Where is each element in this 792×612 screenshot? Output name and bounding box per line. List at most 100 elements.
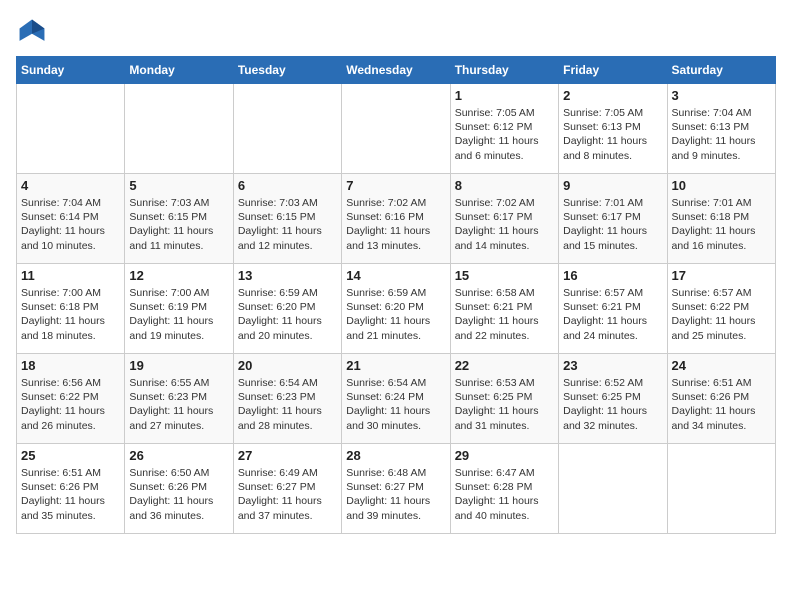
day-number: 5 [129,178,228,193]
day-info: Sunrise: 6:54 AM Sunset: 6:23 PM Dayligh… [238,376,337,433]
calendar-cell: 11Sunrise: 7:00 AM Sunset: 6:18 PM Dayli… [17,264,125,354]
day-number: 8 [455,178,554,193]
calendar-cell: 20 Sunrise: 6:54 AM Sunset: 6:23 PM Dayli… [233,354,341,444]
calendar-cell: 24 Sunrise: 6:51 AM Sunset: 6:26 PM Dayli… [667,354,775,444]
calendar-header-row: SundayMondayTuesdayWednesdayThursdayFrid… [17,57,776,84]
calendar-cell: 2 Sunrise: 7:05 AM Sunset: 6:13 PM Daylig… [559,84,667,174]
calendar-cell: 8 Sunrise: 7:02 AM Sunset: 6:17 PM Daylig… [450,174,558,264]
logo-icon [16,16,48,48]
day-number: 20 [238,358,337,373]
calendar-cell: 7 Sunrise: 7:02 AM Sunset: 6:16 PM Daylig… [342,174,450,264]
day-info: Sunrise: 6:59 AM Sunset: 6:20 PM Dayligh… [238,286,337,343]
calendar-table: SundayMondayTuesdayWednesdayThursdayFrid… [16,56,776,534]
calendar-cell [667,444,775,534]
day-info: Sunrise: 6:54 AM Sunset: 6:24 PM Dayligh… [346,376,445,433]
day-number: 3 [672,88,771,103]
day-info: Sunrise: 6:49 AM Sunset: 6:27 PM Dayligh… [238,466,337,523]
calendar-cell: 29 Sunrise: 6:47 AM Sunset: 6:28 PM Dayli… [450,444,558,534]
calendar-cell [342,84,450,174]
calendar-cell: 9Sunrise: 7:01 AM Sunset: 6:17 PM Daylig… [559,174,667,264]
page-header [16,16,776,48]
logo [16,16,54,48]
calendar-week-row: 18 Sunrise: 6:56 AM Sunset: 6:22 PM Dayli… [17,354,776,444]
calendar-cell [125,84,233,174]
day-info: Sunrise: 6:52 AM Sunset: 6:25 PM Dayligh… [563,376,662,433]
calendar-week-row: 11Sunrise: 7:00 AM Sunset: 6:18 PM Dayli… [17,264,776,354]
day-number: 4 [21,178,120,193]
calendar-cell: 14 Sunrise: 6:59 AM Sunset: 6:20 PM Dayli… [342,264,450,354]
day-number: 1 [455,88,554,103]
day-info: Sunrise: 6:56 AM Sunset: 6:22 PM Dayligh… [21,376,120,433]
calendar-cell: 18 Sunrise: 6:56 AM Sunset: 6:22 PM Dayli… [17,354,125,444]
calendar-week-row: 25 Sunrise: 6:51 AM Sunset: 6:26 PM Dayli… [17,444,776,534]
column-header-friday: Friday [559,57,667,84]
column-header-thursday: Thursday [450,57,558,84]
calendar-cell: 3Sunrise: 7:04 AM Sunset: 6:13 PM Daylig… [667,84,775,174]
day-info: Sunrise: 6:50 AM Sunset: 6:26 PM Dayligh… [129,466,228,523]
day-info: Sunrise: 6:59 AM Sunset: 6:20 PM Dayligh… [346,286,445,343]
day-info: Sunrise: 7:02 AM Sunset: 6:16 PM Dayligh… [346,196,445,253]
day-number: 7 [346,178,445,193]
day-info: Sunrise: 7:01 AM Sunset: 6:18 PM Dayligh… [672,196,771,253]
day-info: Sunrise: 7:02 AM Sunset: 6:17 PM Dayligh… [455,196,554,253]
calendar-week-row: 4 Sunrise: 7:04 AM Sunset: 6:14 PM Daylig… [17,174,776,264]
calendar-cell: 28 Sunrise: 6:48 AM Sunset: 6:27 PM Dayli… [342,444,450,534]
day-info: Sunrise: 7:04 AM Sunset: 6:14 PM Dayligh… [21,196,120,253]
day-info: Sunrise: 7:03 AM Sunset: 6:15 PM Dayligh… [129,196,228,253]
day-info: Sunrise: 6:47 AM Sunset: 6:28 PM Dayligh… [455,466,554,523]
day-number: 28 [346,448,445,463]
calendar-week-row: 1 Sunrise: 7:05 AM Sunset: 6:12 PM Daylig… [17,84,776,174]
day-number: 6 [238,178,337,193]
day-number: 22 [455,358,554,373]
day-number: 2 [563,88,662,103]
calendar-cell: 25 Sunrise: 6:51 AM Sunset: 6:26 PM Dayli… [17,444,125,534]
day-number: 23 [563,358,662,373]
day-number: 25 [21,448,120,463]
day-number: 14 [346,268,445,283]
calendar-cell: 27 Sunrise: 6:49 AM Sunset: 6:27 PM Dayli… [233,444,341,534]
calendar-cell: 17Sunrise: 6:57 AM Sunset: 6:22 PM Dayli… [667,264,775,354]
calendar-cell: 21 Sunrise: 6:54 AM Sunset: 6:24 PM Dayli… [342,354,450,444]
calendar-cell: 26Sunrise: 6:50 AM Sunset: 6:26 PM Dayli… [125,444,233,534]
calendar-cell: 15Sunrise: 6:58 AM Sunset: 6:21 PM Dayli… [450,264,558,354]
day-number: 27 [238,448,337,463]
column-header-saturday: Saturday [667,57,775,84]
calendar-cell: 19Sunrise: 6:55 AM Sunset: 6:23 PM Dayli… [125,354,233,444]
day-number: 16 [563,268,662,283]
calendar-cell [17,84,125,174]
calendar-cell: 4 Sunrise: 7:04 AM Sunset: 6:14 PM Daylig… [17,174,125,264]
day-info: Sunrise: 6:51 AM Sunset: 6:26 PM Dayligh… [21,466,120,523]
column-header-tuesday: Tuesday [233,57,341,84]
day-number: 29 [455,448,554,463]
calendar-cell: 13 Sunrise: 6:59 AM Sunset: 6:20 PM Dayli… [233,264,341,354]
calendar-cell [233,84,341,174]
calendar-cell: 22 Sunrise: 6:53 AM Sunset: 6:25 PM Dayli… [450,354,558,444]
day-info: Sunrise: 6:51 AM Sunset: 6:26 PM Dayligh… [672,376,771,433]
calendar-cell: 1 Sunrise: 7:05 AM Sunset: 6:12 PM Daylig… [450,84,558,174]
calendar-body: 1 Sunrise: 7:05 AM Sunset: 6:12 PM Daylig… [17,84,776,534]
day-info: Sunrise: 7:05 AM Sunset: 6:12 PM Dayligh… [455,106,554,163]
column-header-monday: Monday [125,57,233,84]
day-info: Sunrise: 7:00 AM Sunset: 6:18 PM Dayligh… [21,286,120,343]
calendar-cell: 6 Sunrise: 7:03 AM Sunset: 6:15 PM Daylig… [233,174,341,264]
day-number: 21 [346,358,445,373]
day-number: 10 [672,178,771,193]
day-info: Sunrise: 6:48 AM Sunset: 6:27 PM Dayligh… [346,466,445,523]
day-number: 13 [238,268,337,283]
day-info: Sunrise: 6:57 AM Sunset: 6:22 PM Dayligh… [672,286,771,343]
calendar-cell: 16 Sunrise: 6:57 AM Sunset: 6:21 PM Dayli… [559,264,667,354]
day-number: 15 [455,268,554,283]
day-info: Sunrise: 7:05 AM Sunset: 6:13 PM Dayligh… [563,106,662,163]
calendar-cell: 5 Sunrise: 7:03 AM Sunset: 6:15 PM Daylig… [125,174,233,264]
day-info: Sunrise: 7:03 AM Sunset: 6:15 PM Dayligh… [238,196,337,253]
day-number: 24 [672,358,771,373]
day-number: 12 [129,268,228,283]
day-number: 18 [21,358,120,373]
calendar-cell: 12Sunrise: 7:00 AM Sunset: 6:19 PM Dayli… [125,264,233,354]
day-info: Sunrise: 6:57 AM Sunset: 6:21 PM Dayligh… [563,286,662,343]
column-header-wednesday: Wednesday [342,57,450,84]
day-number: 9 [563,178,662,193]
day-info: Sunrise: 6:53 AM Sunset: 6:25 PM Dayligh… [455,376,554,433]
column-header-sunday: Sunday [17,57,125,84]
calendar-cell: 23 Sunrise: 6:52 AM Sunset: 6:25 PM Dayli… [559,354,667,444]
